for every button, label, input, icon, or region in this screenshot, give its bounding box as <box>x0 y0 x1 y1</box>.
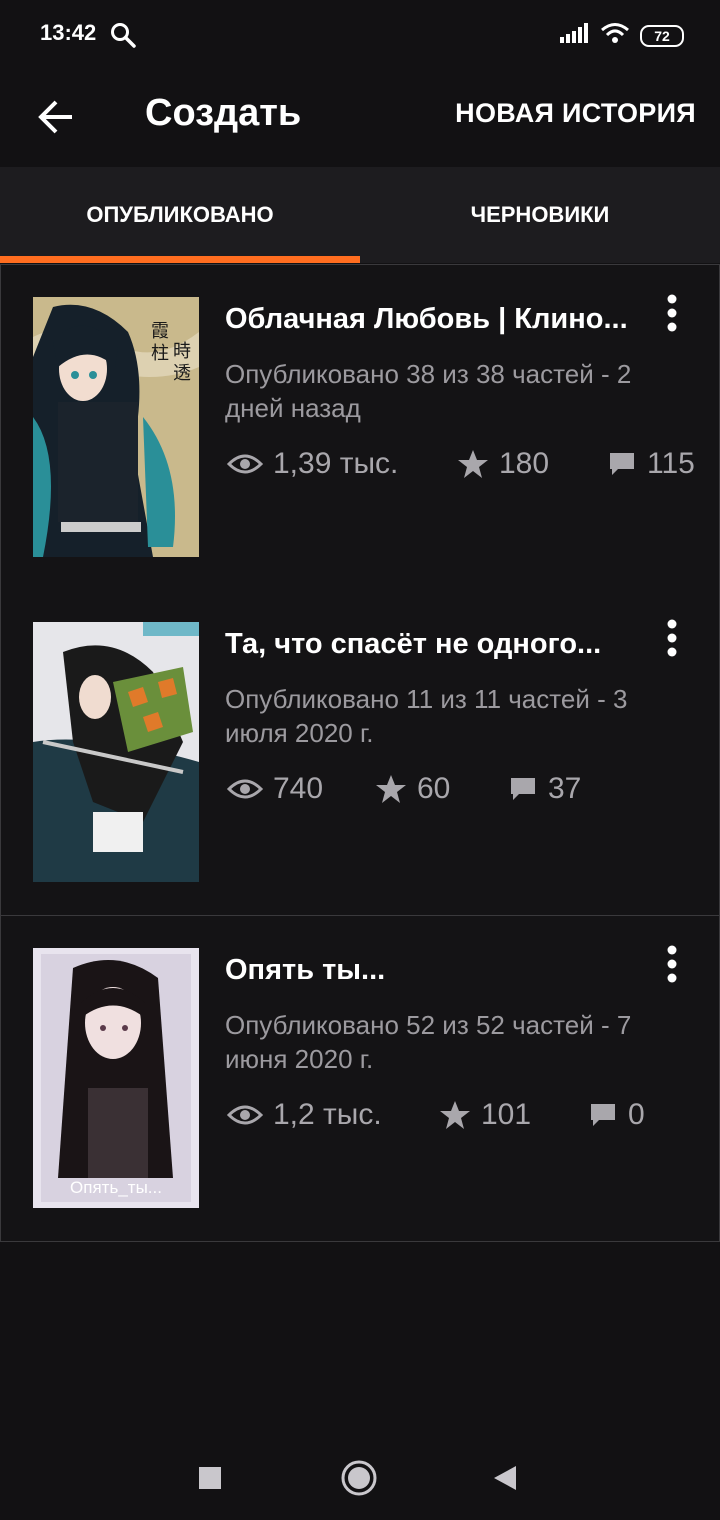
story-menu-button[interactable] <box>655 618 689 658</box>
tab-drafts[interactable]: ЧЕРНОВИКИ <box>360 167 720 263</box>
comments-count: 37 <box>548 772 582 805</box>
more-vertical-icon <box>667 619 677 657</box>
eye-icon <box>227 454 263 474</box>
votes-stat: 101 <box>439 1098 531 1132</box>
story-cover[interactable]: Опять_ты... <box>33 948 199 1208</box>
svg-text:時: 時 <box>173 341 191 362</box>
wifi-icon <box>600 22 630 49</box>
svg-text:霞: 霞 <box>151 321 169 342</box>
page-title: Создать <box>145 92 302 134</box>
comments-stat: 115 <box>607 447 695 481</box>
eye-icon <box>227 1105 263 1125</box>
recents-button[interactable] <box>186 1454 234 1502</box>
tab-indicator <box>0 256 360 263</box>
signal-icon <box>560 23 590 48</box>
comment-icon <box>610 453 634 475</box>
back-button[interactable] <box>32 92 82 142</box>
comment-icon <box>591 1104 615 1126</box>
status-bar: 13:42 72 <box>0 0 720 70</box>
home-button[interactable] <box>335 1454 383 1502</box>
eye-icon <box>227 779 263 799</box>
comments-count: 115 <box>647 447 695 480</box>
tab-bar: ОПУБЛИКОВАНО ЧЕРНОВИКИ <box>0 167 720 263</box>
comments-stat: 37 <box>508 772 581 806</box>
story-menu-button[interactable] <box>655 944 689 984</box>
app-bar: Создать НОВАЯ ИСТОРИЯ <box>0 70 720 166</box>
comments-stat: 0 <box>588 1098 645 1132</box>
svg-text:透: 透 <box>173 363 191 384</box>
story-title[interactable]: Облачная Любовь | Клино... <box>225 303 645 336</box>
square-icon <box>199 1467 221 1489</box>
story-card[interactable]: 霞 柱 時 透 Облачная Любовь | Клино... Опубл… <box>0 264 720 591</box>
story-cover[interactable] <box>33 622 199 882</box>
new-story-button[interactable]: НОВАЯ ИСТОРИЯ <box>455 98 696 129</box>
more-vertical-icon <box>667 945 677 983</box>
tab-published[interactable]: ОПУБЛИКОВАНО <box>0 167 360 263</box>
more-vertical-icon <box>667 294 677 332</box>
story-meta: Опубликовано 11 из 11 частей - 3 июля 20… <box>225 684 628 748</box>
votes-count: 180 <box>499 447 550 480</box>
star-icon <box>376 775 406 803</box>
story-meta: Опубликовано 38 из 38 частей - 2 дней на… <box>225 359 632 423</box>
status-icons: 72 <box>560 22 684 49</box>
story-menu-button[interactable] <box>655 293 689 333</box>
views-count: 1,39 тыс. <box>273 447 399 480</box>
story-card[interactable]: Та, что спасёт не одного... Опубликовано… <box>0 590 720 916</box>
star-icon <box>440 1101 470 1129</box>
views-stat: 1,39 тыс. <box>227 447 398 481</box>
story-cover[interactable]: 霞 柱 時 透 <box>33 297 199 557</box>
story-title[interactable]: Та, что спасёт не одного... <box>225 628 645 661</box>
circle-icon <box>341 1460 377 1496</box>
votes-count: 101 <box>481 1098 532 1131</box>
votes-stat: 60 <box>375 772 450 806</box>
status-time: 13:42 <box>40 20 97 45</box>
views-stat: 1,2 тыс. <box>227 1098 382 1132</box>
cover-title: Опять_ты... <box>70 1178 162 1197</box>
views-count: 740 <box>273 772 324 805</box>
views-stat: 740 <box>227 772 323 806</box>
comments-count: 0 <box>628 1098 645 1131</box>
comment-icon <box>511 778 535 800</box>
votes-count: 60 <box>417 772 451 805</box>
back-nav-button[interactable] <box>482 1454 530 1502</box>
story-title[interactable]: Опять ты... <box>225 954 645 987</box>
svg-text:柱: 柱 <box>151 343 169 364</box>
votes-stat: 180 <box>457 447 549 481</box>
story-card[interactable]: Опять_ты... Опять ты... Опубликовано 52 … <box>0 916 720 1242</box>
search-icon <box>110 22 136 53</box>
battery-icon: 72 <box>640 24 684 47</box>
story-meta: Опубликовано 52 из 52 частей - 7 июня 20… <box>225 1010 632 1074</box>
arrow-back-icon <box>38 100 72 134</box>
views-count: 1,2 тыс. <box>273 1098 382 1131</box>
system-nav-bar <box>0 1430 720 1520</box>
triangle-back-icon <box>494 1466 516 1490</box>
star-icon <box>458 450 488 478</box>
